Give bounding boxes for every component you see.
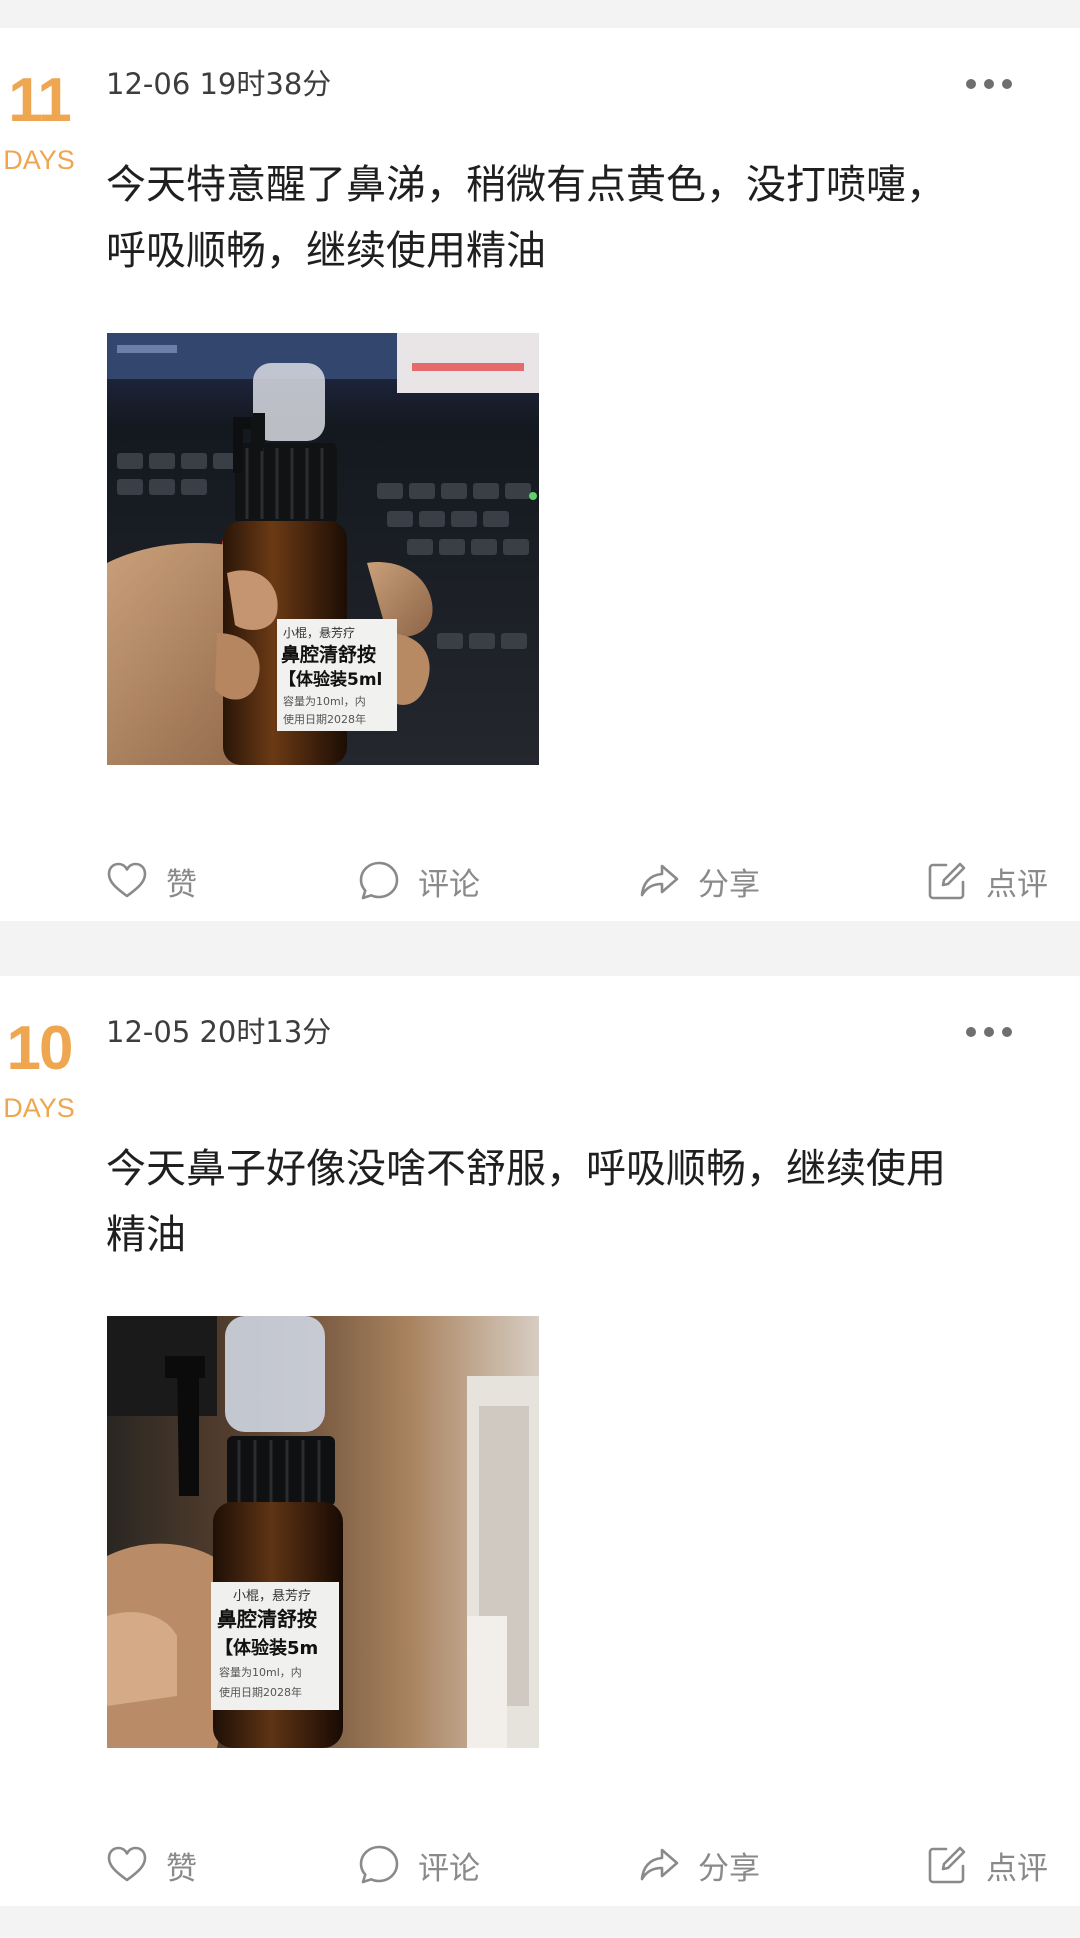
share-arrow-icon bbox=[640, 1848, 679, 1881]
like-button[interactable]: 赞 bbox=[106, 856, 197, 906]
more-dot bbox=[1002, 1027, 1012, 1037]
heart-icon bbox=[107, 862, 147, 898]
like-label: 赞 bbox=[166, 866, 197, 903]
post-text-line: 精油 bbox=[106, 1212, 186, 1258]
post-text: 今天鼻子好像没啥不舒服，呼吸顺畅，继续使用 精油 bbox=[106, 1136, 986, 1268]
post-card: 11 DAYS 12-06 19时38分 今天特意醒了鼻涕，稍微有点黄色，没打喷… bbox=[0, 28, 1080, 921]
post-timestamp: 12-05 20时13分 bbox=[106, 1015, 332, 1049]
review-button[interactable]: 点评 bbox=[926, 1840, 1048, 1890]
post-text-line: 呼吸顺畅，继续使用精油 bbox=[106, 228, 546, 274]
label-text: 鼻腔清舒按 bbox=[217, 1607, 317, 1631]
share-label: 分享 bbox=[698, 866, 760, 903]
post-photo[interactable]: 小棍，悬芳疗 鼻腔清舒按 【体验装5ml 容量为10ml，内 使用日期2028年 bbox=[107, 333, 539, 765]
post-timestamp: 12-06 19时38分 bbox=[106, 67, 332, 101]
comment-label: 评论 bbox=[418, 1850, 480, 1887]
action-bar: 赞 评论 分享 点评 bbox=[0, 856, 1080, 906]
comment-button[interactable]: 评论 bbox=[358, 856, 480, 906]
action-bar: 赞 评论 分享 点评 bbox=[0, 1840, 1080, 1890]
share-arrow-icon bbox=[640, 864, 679, 897]
label-text: 小棍，悬芳疗 bbox=[283, 626, 355, 640]
label-text: 容量为10ml，内 bbox=[219, 1665, 302, 1679]
label-text: 使用日期2028年 bbox=[283, 712, 366, 726]
timeline-feed: 11 DAYS 12-06 19时38分 今天特意醒了鼻涕，稍微有点黄色，没打喷… bbox=[0, 0, 1080, 1938]
label-text: 【体验装5ml bbox=[279, 669, 382, 690]
comment-button[interactable]: 评论 bbox=[358, 1840, 480, 1890]
review-label: 点评 bbox=[986, 1850, 1048, 1887]
like-button[interactable]: 赞 bbox=[106, 1840, 197, 1890]
more-dot bbox=[984, 79, 994, 89]
review-label: 点评 bbox=[986, 866, 1048, 903]
edit-icon bbox=[928, 1846, 966, 1884]
share-button[interactable]: 分享 bbox=[638, 1840, 760, 1890]
more-dots-icon bbox=[966, 79, 976, 89]
label-text: 小棍，悬芳疗 bbox=[233, 1589, 311, 1604]
day-number: 11 bbox=[8, 66, 72, 135]
more-dot bbox=[984, 1027, 994, 1037]
speech-bubble-icon bbox=[359, 1845, 399, 1884]
share-button[interactable]: 分享 bbox=[638, 856, 760, 906]
edit-icon bbox=[928, 862, 966, 900]
review-button[interactable]: 点评 bbox=[926, 856, 1048, 906]
label-text: 鼻腔清舒按 bbox=[281, 643, 376, 666]
label-text: 容量为10ml，内 bbox=[283, 694, 366, 708]
more-options-button[interactable] bbox=[966, 78, 1012, 90]
day-number: 10 bbox=[6, 1014, 74, 1083]
like-label: 赞 bbox=[166, 1850, 197, 1887]
heart-icon bbox=[107, 1846, 147, 1882]
day-unit-label: DAYS bbox=[3, 145, 75, 175]
more-options-button[interactable] bbox=[966, 1026, 1012, 1038]
post-photo[interactable]: 小棍，悬芳疗 鼻腔清舒按 【体验装5m 容量为10ml，内 使用日期2028年 bbox=[107, 1316, 539, 1748]
post-card: 10 DAYS 12-05 20时13分 今天鼻子好像没啥不舒服，呼吸顺畅，继续… bbox=[0, 976, 1080, 1906]
post-text-line: 今天特意醒了鼻涕，稍微有点黄色，没打喷嚏， bbox=[106, 162, 946, 208]
more-dots-icon bbox=[966, 1027, 976, 1037]
label-text: 使用日期2028年 bbox=[219, 1685, 302, 1699]
post-text-line: 今天鼻子好像没啥不舒服，呼吸顺畅，继续使用 bbox=[106, 1146, 946, 1192]
label-text: 【体验装5m bbox=[215, 1637, 318, 1659]
speech-bubble-icon bbox=[359, 861, 399, 900]
comment-label: 评论 bbox=[418, 866, 480, 903]
day-unit-label: DAYS bbox=[3, 1093, 75, 1123]
post-text: 今天特意醒了鼻涕，稍微有点黄色，没打喷嚏， 呼吸顺畅，继续使用精油 bbox=[106, 152, 986, 284]
share-label: 分享 bbox=[698, 1850, 760, 1887]
more-dot bbox=[1002, 79, 1012, 89]
